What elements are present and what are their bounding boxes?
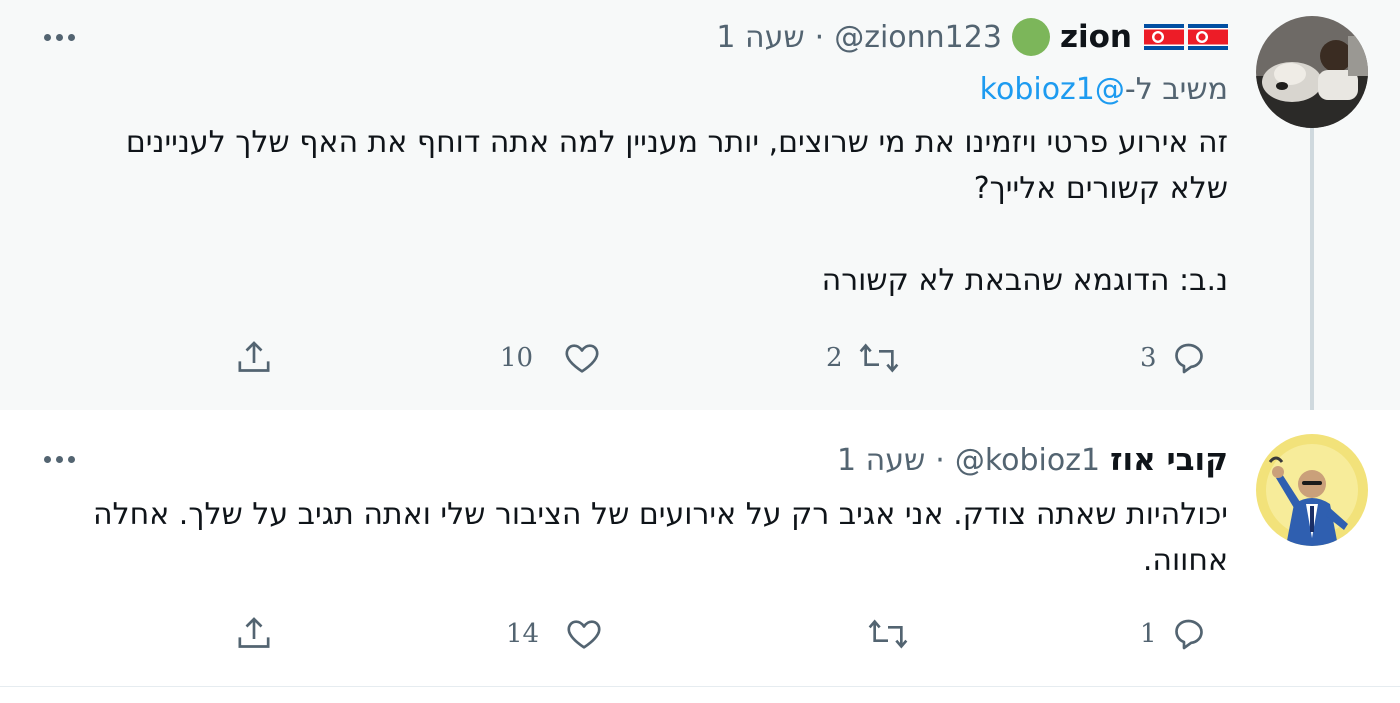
north-korea-flag-icon <box>1144 24 1184 50</box>
more-horizontal-icon <box>44 34 51 41</box>
reply-count: 1 <box>1140 619 1157 649</box>
retweet-button[interactable]: 2 <box>826 338 901 378</box>
reply-bubble-icon <box>1174 619 1203 650</box>
tweet-zion[interactable]: zion @zionn123 · שעה 1 משיב ל-@kobioz1 ז… <box>0 0 1400 424</box>
tweet-timestamp[interactable]: שעה 1 <box>716 20 804 55</box>
retweet-count: 2 <box>826 343 843 373</box>
like-button[interactable]: 10 <box>500 338 603 378</box>
reply-count: 3 <box>1140 343 1157 373</box>
replying-to: משיב ל-@kobioz1 <box>980 72 1228 107</box>
share-upload-icon <box>238 617 270 648</box>
tweet-paragraph: נ.ב: הדוגמא שהבאת לא קשורה <box>821 263 1228 298</box>
retweet-icon <box>868 619 908 649</box>
tweet-thread: zion @zionn123 · שעה 1 משיב ל-@kobioz1 ז… <box>0 0 1400 703</box>
tweet-timestamp[interactable]: שעה 1 <box>837 443 925 478</box>
tweet-text: יכולהיות שאתה צודק. אני אגיב רק על אירוע… <box>68 492 1228 584</box>
tweet-header: קובי אוז @kobioz1 · שעה 1 <box>837 442 1228 478</box>
more-horizontal-icon <box>44 456 51 463</box>
heart-icon <box>567 620 601 649</box>
more-options-button[interactable] <box>44 456 75 463</box>
tweet-kobioz[interactable]: קובי אוז @kobioz1 · שעה 1 יכולהיות שאתה … <box>0 410 1400 686</box>
like-count: 14 <box>506 619 540 649</box>
like-count: 10 <box>500 343 534 373</box>
tweet-header: zion @zionn123 · שעה 1 <box>716 18 1228 56</box>
heart-icon <box>565 344 599 373</box>
reply-button[interactable]: 3 <box>1140 338 1209 378</box>
north-korea-flag-icon <box>1188 24 1228 50</box>
display-name[interactable]: zion <box>1060 19 1132 55</box>
share-button[interactable] <box>232 614 276 654</box>
tweet-paragraph: יכולהיות שאתה צודק. אני אגיב רק על אירוע… <box>92 497 1228 578</box>
user-handle[interactable]: @kobioz1 <box>955 443 1100 478</box>
thread-connector-line <box>1310 128 1314 424</box>
retweet-button[interactable] <box>866 614 910 654</box>
header-separator: · <box>935 442 945 478</box>
tweet-paragraph: זה אירוע פרטי ויזמינו את מי שרוצים, יותר… <box>125 125 1228 206</box>
user-handle[interactable]: @zionn123 <box>834 20 1002 55</box>
share-button[interactable] <box>232 338 276 378</box>
reply-button[interactable]: 1 <box>1140 614 1209 654</box>
replying-to-prefix: משיב ל- <box>1124 72 1228 107</box>
reply-bubble-icon <box>1174 343 1203 374</box>
share-upload-icon <box>238 341 270 372</box>
retweet-icon <box>859 343 898 373</box>
green-circle-icon <box>1011 18 1050 56</box>
display-name[interactable]: קובי אוז <box>1110 442 1228 478</box>
name-emoji-flags <box>1144 24 1228 50</box>
avatar-kobioz[interactable] <box>1256 434 1368 546</box>
header-separator: · <box>814 19 825 55</box>
tweet-text: זה אירוע פרטי ויזמינו את מי שרוצים, יותר… <box>68 120 1228 304</box>
more-options-button[interactable] <box>44 34 75 41</box>
feed-divider <box>0 686 1400 687</box>
avatar-zion[interactable] <box>1256 16 1368 128</box>
like-button[interactable]: 14 <box>506 614 605 654</box>
mention-link[interactable]: @kobioz1 <box>980 72 1125 107</box>
